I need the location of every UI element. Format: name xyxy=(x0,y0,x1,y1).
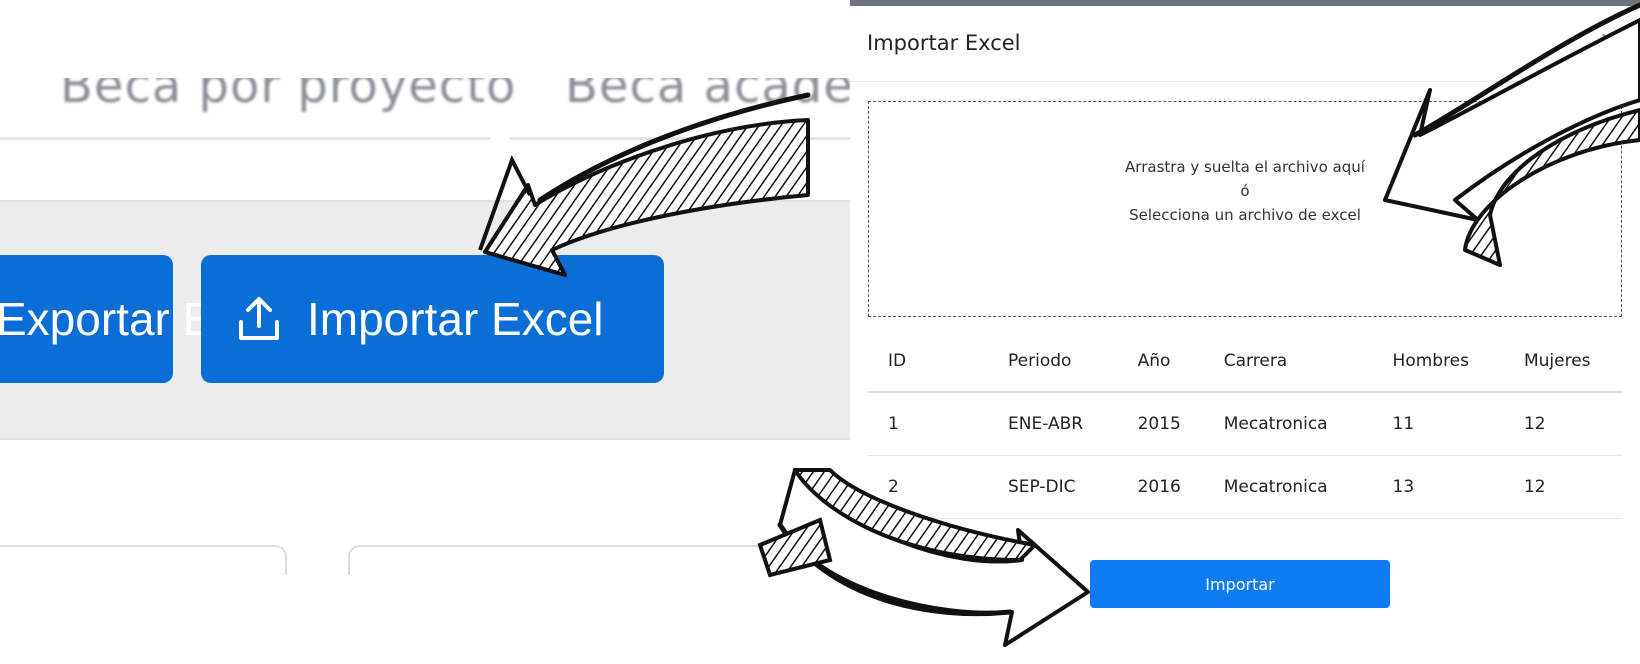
preview-table: ID Periodo Año Carrera Hombres Mujeres 1… xyxy=(868,331,1622,519)
import-excel-button[interactable]: Importar Excel xyxy=(201,255,664,383)
import-submit-button[interactable]: Importar xyxy=(1090,560,1390,608)
column-header-carrera: Carrera xyxy=(1203,331,1373,393)
export-excel-button[interactable]: Exportar Excel xyxy=(0,255,295,383)
close-icon[interactable]: × xyxy=(1598,28,1620,54)
table-cell: Mecatronica xyxy=(1203,392,1373,456)
table-cell: 12 xyxy=(1503,392,1622,456)
dropzone-or: ó xyxy=(1240,182,1250,200)
modal-header: Importar Excel × xyxy=(850,6,1640,82)
column-header-id: ID xyxy=(868,331,988,393)
import-excel-label: Importar Excel xyxy=(307,293,604,345)
table-cell: SEP-DIC xyxy=(988,455,1118,519)
column-header-periodo: Periodo xyxy=(988,331,1118,393)
card xyxy=(348,545,850,575)
toolbar: Exportar Excel Importar Excel xyxy=(0,200,850,440)
table-header-row: ID Periodo Año Carrera Hombres Mujeres xyxy=(868,331,1622,393)
dropzone-instruction: Arrastra y suelta el archivo aquí xyxy=(1125,158,1365,176)
tab-underline xyxy=(0,137,490,140)
tab-beca-academica[interactable]: Beca académica xyxy=(565,78,850,114)
modal-title: Importar Excel xyxy=(867,31,1021,55)
table-row: 1 ENE-ABR 2015 Mecatronica 11 12 xyxy=(868,392,1622,456)
card xyxy=(0,545,287,575)
table-cell: Mecatronica xyxy=(1203,455,1373,519)
table-cell: 2016 xyxy=(1117,455,1204,519)
dropzone-select-file: Selecciona un archivo de excel xyxy=(1129,206,1361,224)
file-dropzone[interactable]: Arrastra y suelta el archivo aquí ó Sele… xyxy=(868,101,1622,317)
column-header-hombres: Hombres xyxy=(1372,331,1504,393)
table-cell: ENE-ABR xyxy=(988,392,1118,456)
import-excel-modal: Importar Excel × Arrastra y suelta el ar… xyxy=(850,0,1640,610)
column-header-mujeres: Mujeres xyxy=(1503,331,1622,393)
table-cell: 2015 xyxy=(1117,392,1204,456)
table-cell: 1 xyxy=(868,392,988,456)
table-cell: 2 xyxy=(868,455,988,519)
table-cell: 12 xyxy=(1503,455,1622,519)
zoomed-background-page: Beca por proyecto Beca académica Exporta… xyxy=(0,0,850,575)
tab-underline xyxy=(510,137,850,140)
tab-beca-proyecto[interactable]: Beca por proyecto xyxy=(60,78,516,114)
table-row: 2 SEP-DIC 2016 Mecatronica 13 12 xyxy=(868,455,1622,519)
upload-icon xyxy=(239,297,279,340)
table-cell: 11 xyxy=(1372,392,1504,456)
table-cell: 13 xyxy=(1372,455,1504,519)
column-header-ano: Año xyxy=(1117,331,1204,393)
